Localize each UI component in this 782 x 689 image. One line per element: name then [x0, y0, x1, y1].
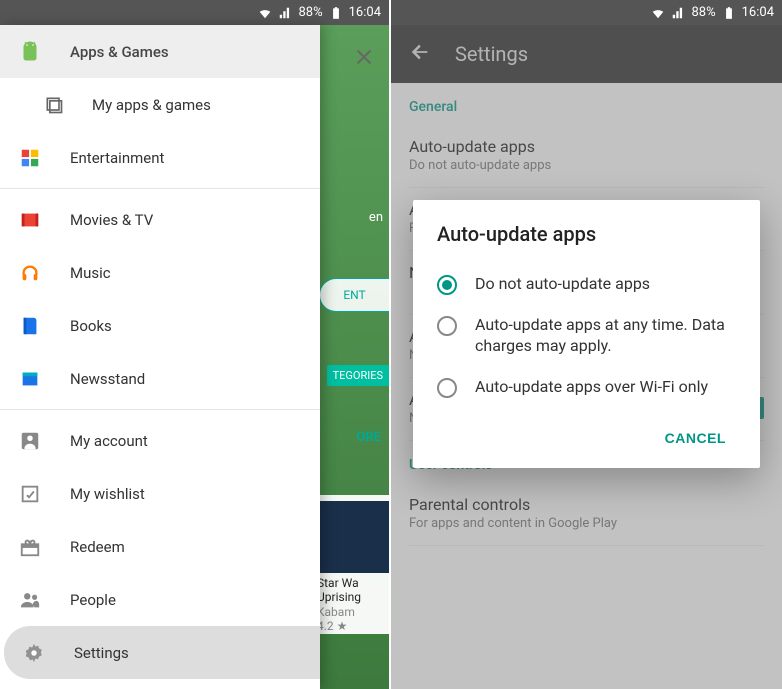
- drawer-item-redeem[interactable]: Redeem: [0, 520, 320, 573]
- drawer-item-settings[interactable]: Settings: [4, 626, 320, 679]
- drawer-header-apps-games[interactable]: Apps & Games: [0, 25, 320, 78]
- shapes-icon: [18, 146, 42, 170]
- dialog-actions: CANCEL: [437, 408, 736, 454]
- book-icon: [18, 314, 42, 338]
- radio-option-0[interactable]: Do not auto-update apps: [437, 264, 736, 305]
- app-publisher: Kabam: [317, 605, 389, 619]
- battery-text: 88%: [298, 5, 322, 20]
- radio-label: Do not auto-update apps: [475, 274, 650, 295]
- drawer-item-label: People: [70, 591, 116, 609]
- radio-option-2[interactable]: Auto-update apps over Wi-Fi only: [437, 367, 736, 408]
- drawer-item-books[interactable]: Books: [0, 299, 320, 352]
- drawer-item-label: Music: [70, 264, 111, 282]
- play-store-drawer-screen: 88% 16:04 en ENT TEGORIES ORE Star Wa Up…: [0, 0, 391, 689]
- library-icon: [42, 93, 66, 117]
- drawer-item-people[interactable]: People: [0, 573, 320, 626]
- install-button-fragment[interactable]: ENT: [319, 278, 389, 312]
- auto-update-dialog: Auto-update apps Do not auto-update apps…: [413, 200, 760, 468]
- android-icon: [18, 40, 42, 64]
- radio-button[interactable]: [437, 316, 457, 336]
- divider: [0, 188, 320, 189]
- app-title-line2: Uprising: [317, 590, 389, 604]
- drawer-item-label: Entertainment: [70, 149, 164, 167]
- app-thumbnail: [317, 501, 389, 573]
- battery-icon: [329, 6, 343, 20]
- clock-text: 16:04: [742, 5, 774, 20]
- radio-button[interactable]: [437, 378, 457, 398]
- drawer-item-label: My apps & games: [92, 96, 211, 114]
- wishlist-icon: [18, 482, 42, 506]
- drawer-item-label: My account: [70, 432, 148, 450]
- drawer-item-movies-tv[interactable]: Movies & TV: [0, 193, 320, 246]
- app-title-line1: Star Wa: [317, 576, 389, 590]
- drawer-item-my-account[interactable]: My account: [0, 414, 320, 467]
- people-icon: [18, 588, 42, 612]
- app-rating: 4.2 ★: [317, 619, 389, 633]
- drawer-item-newsstand[interactable]: Newsstand: [0, 352, 320, 405]
- drawer-item-my-apps-games[interactable]: My apps & games: [0, 78, 320, 131]
- close-button[interactable]: [353, 46, 375, 72]
- signal-icon: [671, 6, 685, 20]
- radio-label: Auto-update apps over Wi-Fi only: [475, 377, 708, 398]
- drawer-item-label: My wishlist: [70, 485, 145, 503]
- account-icon: [18, 429, 42, 453]
- radio-option-1[interactable]: Auto-update apps at any time. Data charg…: [437, 305, 736, 367]
- battery-icon: [722, 6, 736, 20]
- play-settings-screen: 88% 16:04 Settings General Auto-update a…: [391, 0, 782, 689]
- drawer-item-label: Redeem: [70, 538, 125, 556]
- drawer-item-my-wishlist[interactable]: My wishlist: [0, 467, 320, 520]
- drawer-item-label: Settings: [74, 644, 129, 662]
- gear-icon: [22, 641, 46, 665]
- redeem-icon: [18, 535, 42, 559]
- signal-icon: [278, 6, 292, 20]
- clock-text: 16:04: [349, 5, 381, 20]
- radio-button[interactable]: [437, 275, 457, 295]
- more-link-fragment[interactable]: ORE: [356, 430, 381, 445]
- film-icon: [18, 208, 42, 232]
- navigation-drawer: Apps & Games My apps & games Entertainmen…: [0, 25, 320, 689]
- close-icon: [353, 46, 375, 68]
- drawer-item-music[interactable]: Music: [0, 246, 320, 299]
- categories-fragment[interactable]: TEGORIES: [327, 365, 389, 386]
- drawer-item-label: Movies & TV: [70, 211, 153, 229]
- headphones-icon: [18, 261, 42, 285]
- bg-text-fragment: en: [369, 210, 383, 225]
- dialog-title: Auto-update apps: [437, 222, 736, 246]
- wifi-icon: [258, 6, 272, 20]
- newsstand-icon: [18, 367, 42, 391]
- divider: [0, 409, 320, 410]
- cancel-button[interactable]: CANCEL: [655, 422, 736, 454]
- drawer-item-label: Books: [70, 317, 112, 335]
- app-tile-peek[interactable]: Star Wa Uprising Kabam 4.2 ★: [317, 495, 389, 634]
- drawer-item-label: Newsstand: [70, 370, 145, 388]
- status-bar: 88% 16:04: [0, 0, 389, 25]
- drawer-item-entertainment[interactable]: Entertainment: [0, 131, 320, 184]
- wifi-icon: [651, 6, 665, 20]
- radio-label: Auto-update apps at any time. Data charg…: [475, 315, 736, 357]
- drawer-header-label: Apps & Games: [70, 43, 169, 61]
- battery-text: 88%: [691, 5, 715, 20]
- status-bar: 88% 16:04: [391, 0, 782, 25]
